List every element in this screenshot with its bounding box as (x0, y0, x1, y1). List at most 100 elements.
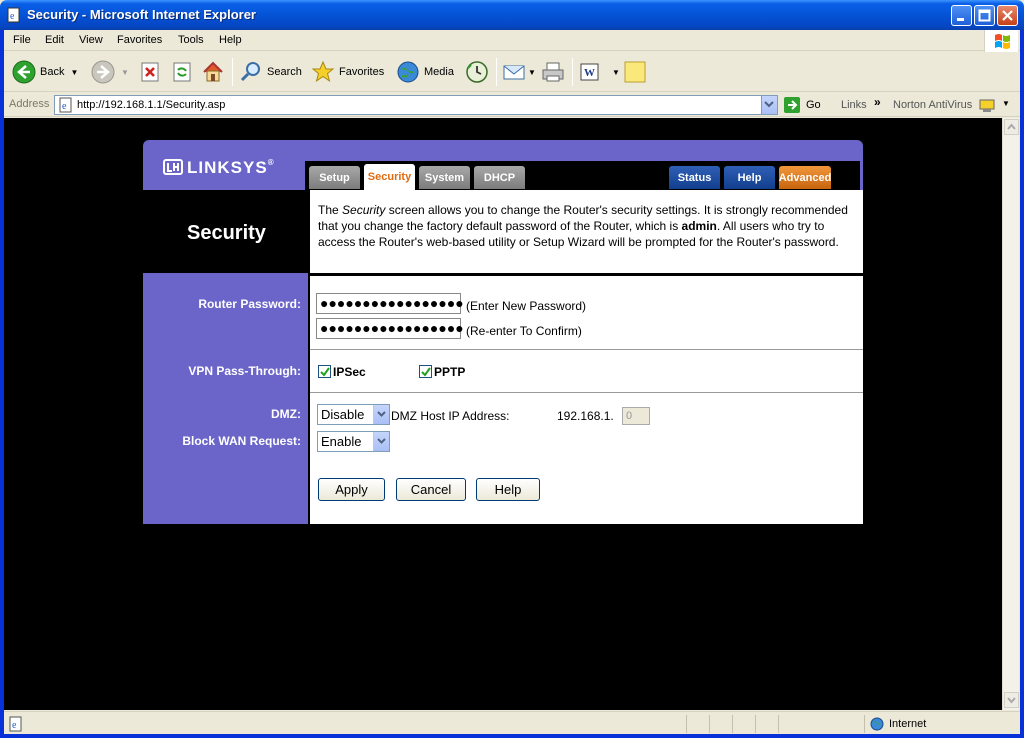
tab-advanced[interactable]: Advanced (779, 166, 831, 189)
windows-flag-icon (984, 30, 1018, 52)
history-button[interactable] (465, 58, 489, 86)
forward-button[interactable]: ▼ (91, 58, 129, 86)
svg-text:e: e (62, 101, 67, 112)
menu-help[interactable]: Help (219, 34, 242, 46)
pptp-checkbox[interactable] (419, 365, 432, 378)
home-icon (203, 61, 223, 82)
confirm-password-hint: (Re-enter To Confirm) (466, 324, 582, 338)
links-button[interactable]: Links (841, 99, 867, 111)
linksys-panel: LINKSYS® Setup Security System DHCP Stat… (143, 140, 863, 524)
tab-dhcp[interactable]: DHCP (474, 166, 525, 189)
checkmark-icon (421, 367, 431, 377)
ipsec-label: IPSec (333, 365, 366, 379)
menu-view[interactable]: View (79, 34, 103, 46)
norton-dropdown-icon[interactable]: ▼ (1002, 99, 1010, 108)
edit-button[interactable]: W ▼ (579, 58, 620, 86)
mail-button[interactable]: ▼ (502, 58, 536, 86)
checkmark-icon (320, 367, 330, 377)
title-bar: e Security - Microsoft Internet Explorer (0, 0, 1024, 30)
dmz-select[interactable]: Disable (317, 404, 390, 425)
history-icon (466, 61, 488, 83)
tab-system[interactable]: System (419, 166, 470, 189)
forward-dropdown-icon[interactable]: ▼ (121, 68, 129, 77)
favorites-star-icon (311, 60, 335, 83)
divider (310, 392, 863, 393)
back-button[interactable]: Back ▼ (12, 58, 78, 86)
address-label: Address (9, 98, 50, 110)
forward-arrow-icon (91, 60, 115, 84)
page-description: The Security screen allows you to change… (308, 190, 863, 273)
tab-help[interactable]: Help (724, 166, 775, 189)
page-status-icon: e (9, 716, 22, 732)
chevron-right-icon[interactable]: » (874, 95, 881, 109)
cancel-button[interactable]: Cancel (396, 478, 466, 501)
stop-button[interactable] (139, 58, 161, 86)
help-button[interactable]: Help (476, 478, 540, 501)
address-bar: Address e http://192.168.1.1/Security.as… (4, 93, 1020, 117)
scroll-down-icon[interactable] (1004, 692, 1019, 708)
apply-button[interactable]: Apply (318, 478, 385, 501)
mail-dropdown-icon[interactable]: ▼ (528, 68, 536, 77)
note-icon (624, 61, 646, 83)
svg-text:e: e (10, 11, 15, 22)
home-button[interactable] (201, 58, 225, 86)
tab-status[interactable]: Status (669, 166, 720, 189)
password-input[interactable]: ●●●●●●●●●●●●●●●●● (316, 293, 464, 314)
go-button[interactable]: Go (783, 96, 821, 114)
address-url: http://192.168.1.1/Security.asp (77, 99, 226, 111)
search-icon (240, 62, 260, 82)
menu-tools[interactable]: Tools (178, 34, 204, 46)
page-title: Security (187, 222, 266, 244)
vertical-scrollbar[interactable] (1002, 118, 1019, 710)
close-button[interactable] (997, 5, 1018, 26)
confirm-password-input[interactable]: ●●●●●●●●●●●●●●●●● (316, 318, 464, 339)
refresh-button[interactable] (171, 58, 193, 86)
norton-antivirus-button[interactable]: Norton AntiVirus (893, 99, 972, 111)
address-dropdown-icon[interactable] (761, 96, 777, 114)
tab-setup[interactable]: Setup (309, 166, 360, 189)
window-title: Security - Microsoft Internet Explorer (27, 7, 256, 22)
block-wan-select[interactable]: Enable (317, 431, 390, 452)
menu-favorites[interactable]: Favorites (117, 34, 162, 46)
favorites-button[interactable]: Favorites (311, 58, 384, 86)
mail-icon (503, 65, 525, 80)
scroll-up-icon[interactable] (1004, 119, 1019, 135)
media-button[interactable]: Media (396, 58, 454, 86)
messenger-button[interactable] (623, 58, 647, 86)
dmz-label: DMZ: (271, 407, 301, 421)
ipsec-checkbox[interactable] (318, 365, 331, 378)
dmz-ip-input[interactable]: 0 (622, 407, 650, 425)
page-content: LINKSYS® Setup Security System DHCP Stat… (4, 118, 1002, 710)
print-button[interactable] (541, 58, 565, 86)
dmz-host-label: DMZ Host IP Address: (391, 409, 510, 423)
menu-edit[interactable]: Edit (45, 34, 64, 46)
page-icon: e (59, 97, 72, 113)
minimize-button[interactable] (951, 5, 972, 26)
toolbar: Back ▼ ▼ Search Favorites Media ▼ W ▼ (4, 52, 1020, 92)
refresh-icon (173, 62, 191, 82)
vpn-passthrough-label: VPN Pass-Through: (188, 364, 301, 378)
tab-security[interactable]: Security (364, 164, 415, 190)
maximize-button[interactable] (974, 5, 995, 26)
window-border (1020, 30, 1024, 738)
linksys-logo-icon (163, 159, 183, 175)
search-button[interactable]: Search (239, 58, 302, 86)
word-edit-icon: W (580, 63, 599, 81)
status-bar: e Internet (4, 711, 1020, 734)
password-hint: (Enter New Password) (466, 299, 587, 313)
svg-text:e: e (12, 720, 17, 731)
chevron-down-icon[interactable] (373, 432, 389, 451)
menu-file[interactable]: File (13, 34, 31, 46)
internet-globe-icon (870, 717, 884, 731)
back-dropdown-icon[interactable]: ▼ (70, 68, 78, 77)
router-password-label: Router Password: (198, 297, 301, 311)
chevron-down-icon[interactable] (373, 405, 389, 424)
divider (310, 349, 863, 350)
pptp-label: PPTP (434, 365, 466, 379)
go-arrow-icon (784, 97, 800, 113)
block-wan-label: Block WAN Request: (182, 434, 301, 448)
stop-icon (141, 62, 159, 82)
address-input[interactable]: e http://192.168.1.1/Security.asp (54, 95, 778, 115)
edit-dropdown-icon[interactable]: ▼ (612, 68, 620, 77)
window-border (0, 30, 4, 738)
